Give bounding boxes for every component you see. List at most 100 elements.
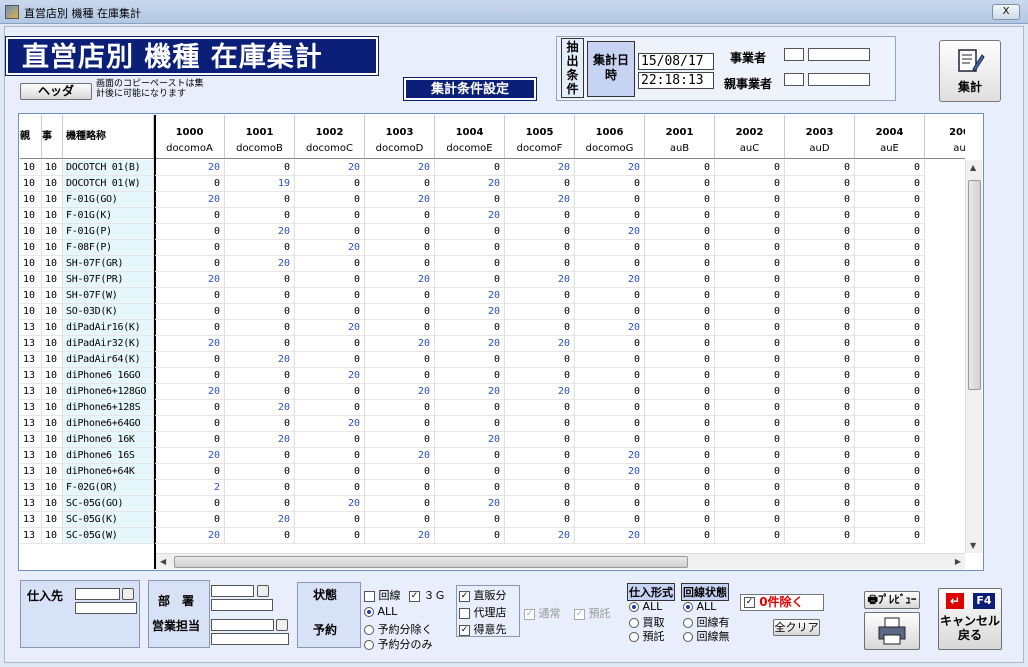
- table-row[interactable]: 13 10 diPhone6 16K 0 20 0 0 20 0 0 0 0 0 0: [20, 432, 965, 448]
- cell-oya: 10: [20, 160, 42, 176]
- vertical-scroll-thumb[interactable]: [968, 180, 981, 390]
- direct-check-icon[interactable]: ✓: [459, 590, 470, 602]
- reserve-only-radio[interactable]: 予約分のみ: [364, 636, 433, 652]
- dept-name-field[interactable]: [211, 599, 273, 611]
- zero-exclude-check-icon[interactable]: ✓: [744, 597, 755, 608]
- cell-qty: 0: [715, 384, 785, 400]
- radio-icon[interactable]: [629, 618, 639, 628]
- cell-ji: 10: [42, 512, 63, 528]
- dept-lookup-button[interactable]: [257, 585, 269, 597]
- table-row[interactable]: 13 10 SC-05G(W) 20 0 0 20 0 20 20 0 0 0 0: [20, 528, 965, 544]
- cell-qty: 20: [225, 512, 295, 528]
- supplier-lookup-button[interactable]: [122, 588, 134, 600]
- horizontal-scrollbar[interactable]: ◀ ▶: [156, 553, 965, 569]
- time-field[interactable]: 22:18:13: [638, 72, 714, 89]
- table-row[interactable]: 13 10 diPhone6 16S 20 0 0 20 0 0 20 0 0 0 0: [20, 448, 965, 464]
- pt-consign-radio[interactable]: 預託: [629, 628, 665, 644]
- table-row[interactable]: 10 10 F-01G(GO) 20 0 0 20 0 20 0 0 0 0 0: [20, 192, 965, 208]
- line-check-icon[interactable]: [364, 590, 375, 602]
- cell-oya: 10: [20, 256, 42, 272]
- table-row[interactable]: 10 10 DOCOTCH 01(B) 20 0 20 20 0 20 20 0 0 0 0: [20, 160, 965, 176]
- cell-qty: 0: [715, 528, 785, 544]
- cancel-back-button[interactable]: ↵ F4 キャンセル 戻る: [938, 588, 1002, 650]
- table-row[interactable]: 13 10 diPadAir32(K) 20 0 0 20 20 20 0 0 0 0 0: [20, 336, 965, 352]
- preview-button[interactable]: 🖶ﾌﾟﾚﾋﾞｭｰ: [864, 591, 920, 609]
- reserve-exclude-radio[interactable]: 予約分除く: [364, 621, 433, 637]
- ls-without-radio[interactable]: 回線無: [683, 628, 730, 644]
- condition-settings-button[interactable]: 集計条件設定: [403, 77, 537, 101]
- radio-icon[interactable]: [683, 632, 693, 642]
- table-row[interactable]: 10 10 DOCOTCH 01(W) 0 19 0 0 20 0 0 0 0 0 0: [20, 176, 965, 192]
- radio-icon[interactable]: [364, 640, 374, 650]
- dept-code-field[interactable]: [211, 585, 254, 597]
- table-row[interactable]: 13 10 SC-05G(K) 0 20 0 0 0 0 0 0 0 0 0: [20, 512, 965, 528]
- table-row[interactable]: 10 10 SH-07F(GR) 0 20 0 0 0 0 0 0 0 0 0: [20, 256, 965, 272]
- cell-qty: 0: [505, 496, 575, 512]
- agency-check-icon[interactable]: [459, 607, 470, 619]
- radio-icon[interactable]: [364, 625, 374, 635]
- radio-selected-icon[interactable]: [683, 602, 693, 612]
- table-row[interactable]: 13 10 diPhone6+128S 0 20 0 0 0 0 0 0 0 0 0: [20, 400, 965, 416]
- table-row[interactable]: 10 10 SH-07F(W) 0 0 0 0 20 0 0 0 0 0 0: [20, 288, 965, 304]
- cell-oya: 10: [20, 288, 42, 304]
- customer-checkbox[interactable]: ✓ 得意先: [459, 621, 507, 637]
- sales-lookup-button[interactable]: [276, 619, 288, 631]
- 3g-checkbox[interactable]: ✓ ３Ｇ: [409, 587, 446, 603]
- table-row[interactable]: 13 10 diPhone6+64GO 0 0 20 0 0 0 0 0 0 0 0: [20, 416, 965, 432]
- scroll-down-icon[interactable]: ▼: [970, 541, 976, 550]
- col-header-store: 2002 auC: [715, 115, 785, 158]
- table-row[interactable]: 13 10 diPhone6 16GO 0 0 20 0 0 0 0 0 0 0 0: [20, 368, 965, 384]
- table-row[interactable]: 10 10 F-01G(K) 0 0 0 0 20 0 0 0 0 0 0: [20, 208, 965, 224]
- table-row[interactable]: 13 10 diPhone6+128GO 20 0 0 20 20 20 0 0 0 0 0: [20, 384, 965, 400]
- customer-check-icon[interactable]: ✓: [459, 624, 470, 636]
- radio-selected-icon[interactable]: [364, 607, 374, 617]
- supplier-code-field[interactable]: [75, 588, 120, 600]
- cell-qty: 0: [225, 368, 295, 384]
- supplier-name-field[interactable]: [75, 602, 137, 614]
- date-field[interactable]: 15/08/17: [638, 53, 714, 70]
- radio-selected-icon[interactable]: [629, 602, 639, 612]
- summary-button[interactable]: 集計: [939, 40, 1001, 102]
- zero-exclude-checkbox[interactable]: ✓ 0件除く: [740, 594, 824, 611]
- radio-icon[interactable]: [629, 632, 639, 642]
- sales-name-field[interactable]: [211, 633, 289, 645]
- parent-operator-name-field[interactable]: [808, 73, 870, 86]
- header-button[interactable]: ヘッダ: [20, 83, 92, 100]
- table-row[interactable]: 10 10 F-08F(P) 0 0 20 0 0 0 0 0 0 0 0: [20, 240, 965, 256]
- consign-check-icon[interactable]: ✓: [574, 608, 585, 620]
- ls-all-radio[interactable]: ALL: [683, 600, 716, 613]
- scroll-right-icon[interactable]: ▶: [955, 557, 961, 566]
- operator-code-field[interactable]: [784, 48, 804, 61]
- normal-checkbox[interactable]: ✓ 通常: [524, 605, 561, 621]
- pt-all-radio[interactable]: ALL: [629, 600, 662, 613]
- close-button[interactable]: X: [992, 4, 1020, 20]
- normal-check-icon[interactable]: ✓: [524, 608, 535, 620]
- cell-qty: 0: [505, 208, 575, 224]
- 3g-check-icon[interactable]: ✓: [409, 590, 420, 602]
- print-button[interactable]: [864, 612, 920, 650]
- cell-oya: 13: [20, 480, 42, 496]
- table-row[interactable]: 13 10 SC-05G(GO) 0 0 20 0 20 0 0 0 0 0 0: [20, 496, 965, 512]
- table-row[interactable]: 13 10 diPadAir16(K) 0 0 20 0 0 0 20 0 0 0 0: [20, 320, 965, 336]
- agency-checkbox[interactable]: 代理店: [459, 604, 507, 620]
- line-checkbox[interactable]: 回線: [364, 587, 401, 603]
- table-row[interactable]: 13 10 diPadAir64(K) 0 20 0 0 0 0 0 0 0 0 0: [20, 352, 965, 368]
- table-row[interactable]: 10 10 SH-07F(PR) 20 0 0 20 0 20 20 0 0 0 0: [20, 272, 965, 288]
- scroll-up-icon[interactable]: ▲: [970, 163, 976, 172]
- scroll-left-icon[interactable]: ◀: [160, 557, 166, 566]
- table-row[interactable]: 10 10 F-01G(P) 0 20 0 0 0 0 20 0 0 0 0: [20, 224, 965, 240]
- consign-checkbox[interactable]: ✓ 預託: [574, 605, 611, 621]
- table-row[interactable]: 10 10 SO-03D(K) 0 0 0 0 20 0 0 0 0 0 0: [20, 304, 965, 320]
- clear-all-button[interactable]: 全クリア: [773, 619, 820, 636]
- horizontal-scroll-thumb[interactable]: [174, 556, 688, 568]
- direct-checkbox[interactable]: ✓ 直販分: [459, 587, 507, 603]
- radio-icon[interactable]: [683, 618, 693, 628]
- table-row[interactable]: 13 10 diPhone6+64K 0 0 0 0 0 0 20 0 0 0 0: [20, 464, 965, 480]
- cell-qty: 0: [435, 160, 505, 176]
- sales-code-field[interactable]: [211, 619, 274, 631]
- reserve-all-radio[interactable]: ALL: [364, 605, 397, 618]
- table-row[interactable]: 13 10 F-02G(OR) 2 0 0 0 0 0 0 0 0 0 0: [20, 480, 965, 496]
- parent-operator-code-field[interactable]: [784, 73, 804, 86]
- vertical-scrollbar[interactable]: ▲ ▼: [965, 160, 982, 553]
- operator-name-field[interactable]: [808, 48, 870, 61]
